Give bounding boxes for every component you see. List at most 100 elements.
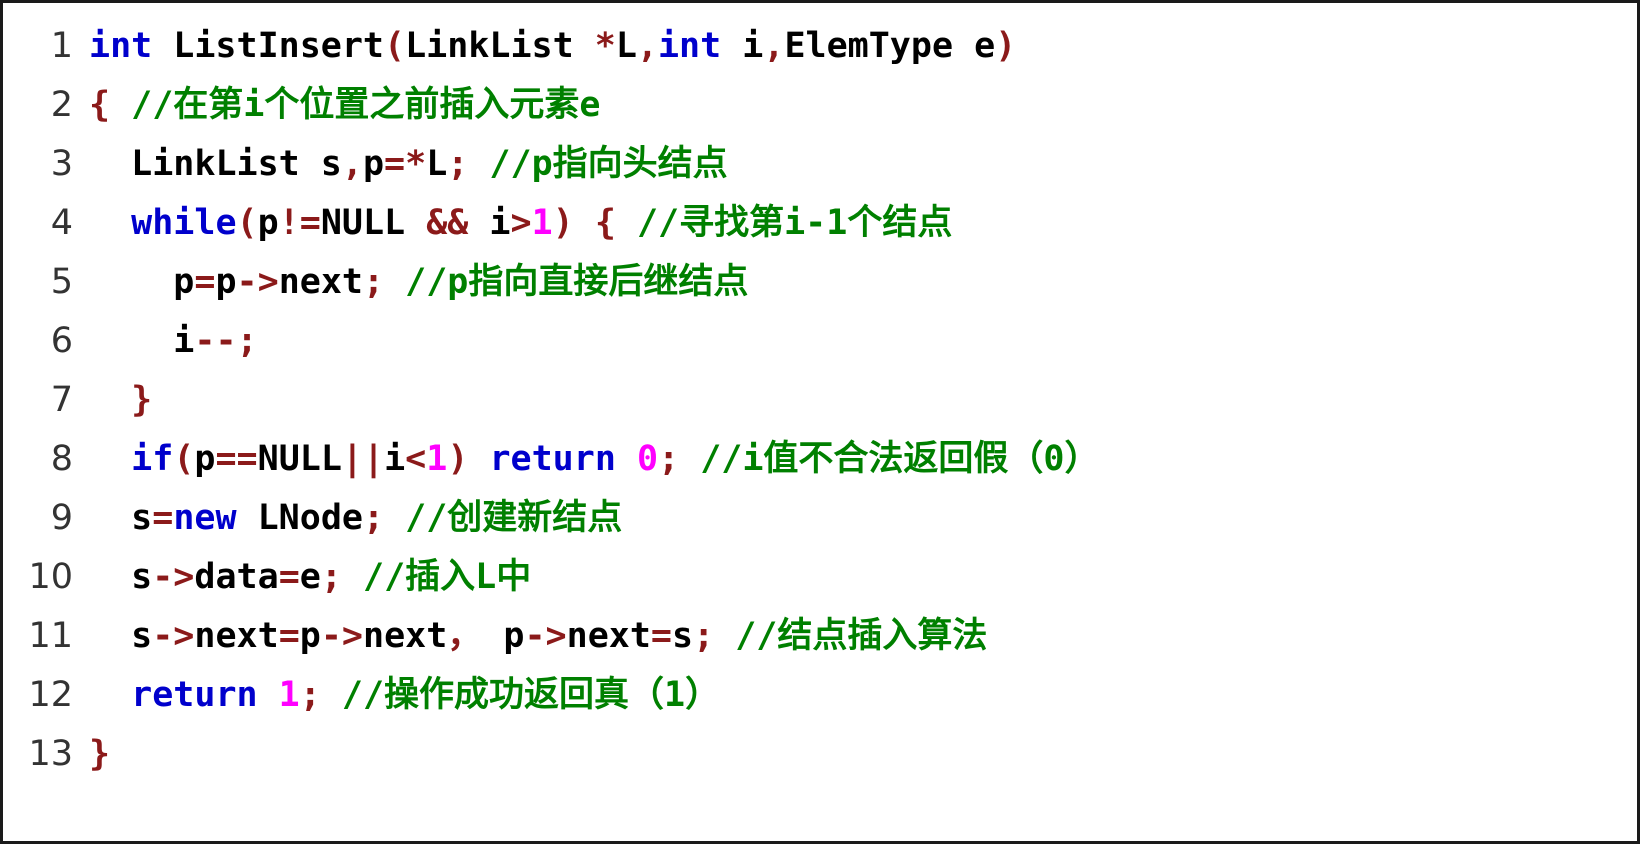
token-pun: != [278,203,321,243]
line-number: 6 [50,321,73,361]
token-id: s [131,498,153,538]
line-number: 1 [50,26,73,66]
token-kw: int [89,26,153,66]
token-id: i [721,26,764,66]
token-num: 1 [531,203,553,243]
token-id: L [615,26,637,66]
token-id [110,85,131,125]
token-pun: -> [152,557,195,597]
token-num: 1 [278,675,300,715]
token-pun: , [636,26,658,66]
token-pun: || [341,439,385,479]
token-kw: return [489,439,616,479]
token-cmt: //创建新结点 [405,498,623,538]
line-number: 11 [28,616,73,656]
token-pun: ; [299,675,321,715]
token-pun: { [594,203,616,243]
code-line: 1 int ListInsert(LinkList *L,int i,ElemTy… [3,17,1637,76]
token-id: e [299,557,321,597]
code-line-text: LinkList s,p=*L; //p指向头结点 [89,135,1637,194]
token-kw: new [173,498,237,538]
token-pun: ( [173,439,195,479]
token-pun: -> [236,262,279,302]
code-line-text: } [89,371,1637,430]
code-line: 10 s->data=e; //插入L中 [3,548,1637,607]
token-id [384,262,405,302]
token-pun: ; [658,439,680,479]
line-number: 7 [50,380,73,420]
token-id [679,439,700,479]
token-id [468,144,489,184]
token-pun: < [405,439,427,479]
token-id: p [299,616,321,656]
token-id: s [672,616,694,656]
token-kw: while [131,203,237,243]
token-cmt: //操作成功返回真（1） [341,675,721,715]
token-num: 0 [636,439,659,479]
token-pun: = [278,616,300,656]
code-line-text: s->next=p->next， p->next=s; //结点插入算法 [89,607,1637,666]
code-line-text: int ListInsert(LinkList *L,int i,ElemTyp… [89,17,1637,76]
token-cmt: //在第i个位置之前插入元素e [131,85,601,125]
token-id [321,675,342,715]
token-cmt: //插入L中 [363,557,532,597]
token-num: 1 [426,439,448,479]
token-id: p [257,203,279,243]
code-line: 2 { //在第i个位置之前插入元素e [3,76,1637,135]
token-id: LinkList s [131,144,342,184]
token-pun: --; [194,321,258,361]
token-pun: } [89,734,111,774]
line-number: 5 [50,262,73,302]
token-id: NULL [320,203,427,243]
token-ws [89,144,131,184]
token-pun: = [152,498,174,538]
token-id: ListInsert [152,26,385,66]
token-id: p [194,439,216,479]
token-id: next [566,616,651,656]
code-line-text: p=p->next; //p指向直接后继结点 [89,253,1637,312]
token-pun: ( [236,203,258,243]
token-id: p [362,144,385,184]
token-pun: && [426,203,469,243]
line-number: 12 [28,675,73,715]
token-id [342,557,363,597]
code-line-text: } [89,725,1637,784]
token-id: i [384,439,406,479]
token-ws [89,498,131,538]
code-line-text: return 1; //操作成功返回真（1） [89,666,1637,725]
token-id: next [278,262,363,302]
token-ws [89,380,131,420]
token-id [468,439,489,479]
code-line: 5 p=p->next; //p指向直接后继结点 [3,253,1637,312]
token-id: L [426,144,448,184]
code-line: 7 } [3,371,1637,430]
code-line: 9 s=new LNode; //创建新结点 [3,489,1637,548]
line-number: 10 [28,557,73,597]
token-pun: = [278,557,300,597]
token-ws [89,321,173,361]
code-line: 11 s->next=p->next， p->next=s; //结点插入算法 [3,607,1637,666]
token-ws [89,262,173,302]
code-line-text: if(p==NULL||i<1) return 0; //i值不合法返回假（0） [89,430,1637,489]
token-pun: , [341,144,363,184]
token-pun: ， [447,616,483,656]
token-id: LinkList [405,26,595,66]
token-id: p [215,262,237,302]
token-kw: return [131,675,258,715]
code-line: 8 if(p==NULL||i<1) return 0; //i值不合法返回假（… [3,430,1637,489]
code-line: 12 return 1; //操作成功返回真（1） [3,666,1637,725]
code-line: 4 while(p!=NULL && i>1) { //寻找第i-1个结点 [3,194,1637,253]
token-pun: { [89,85,111,125]
token-id: i [173,321,195,361]
token-pun: =* [384,144,427,184]
token-cmt: //寻找第i-1个结点 [636,203,953,243]
line-number: 9 [50,498,73,538]
token-pun: = [194,262,216,302]
token-pun: ( [384,26,406,66]
token-cmt: //i值不合法返回假（0） [700,439,1100,479]
token-ws [89,616,131,656]
token-id [258,675,279,715]
code-line-text: s->data=e; //插入L中 [89,548,1637,607]
token-pun: = [650,616,672,656]
line-number: 3 [50,144,73,184]
